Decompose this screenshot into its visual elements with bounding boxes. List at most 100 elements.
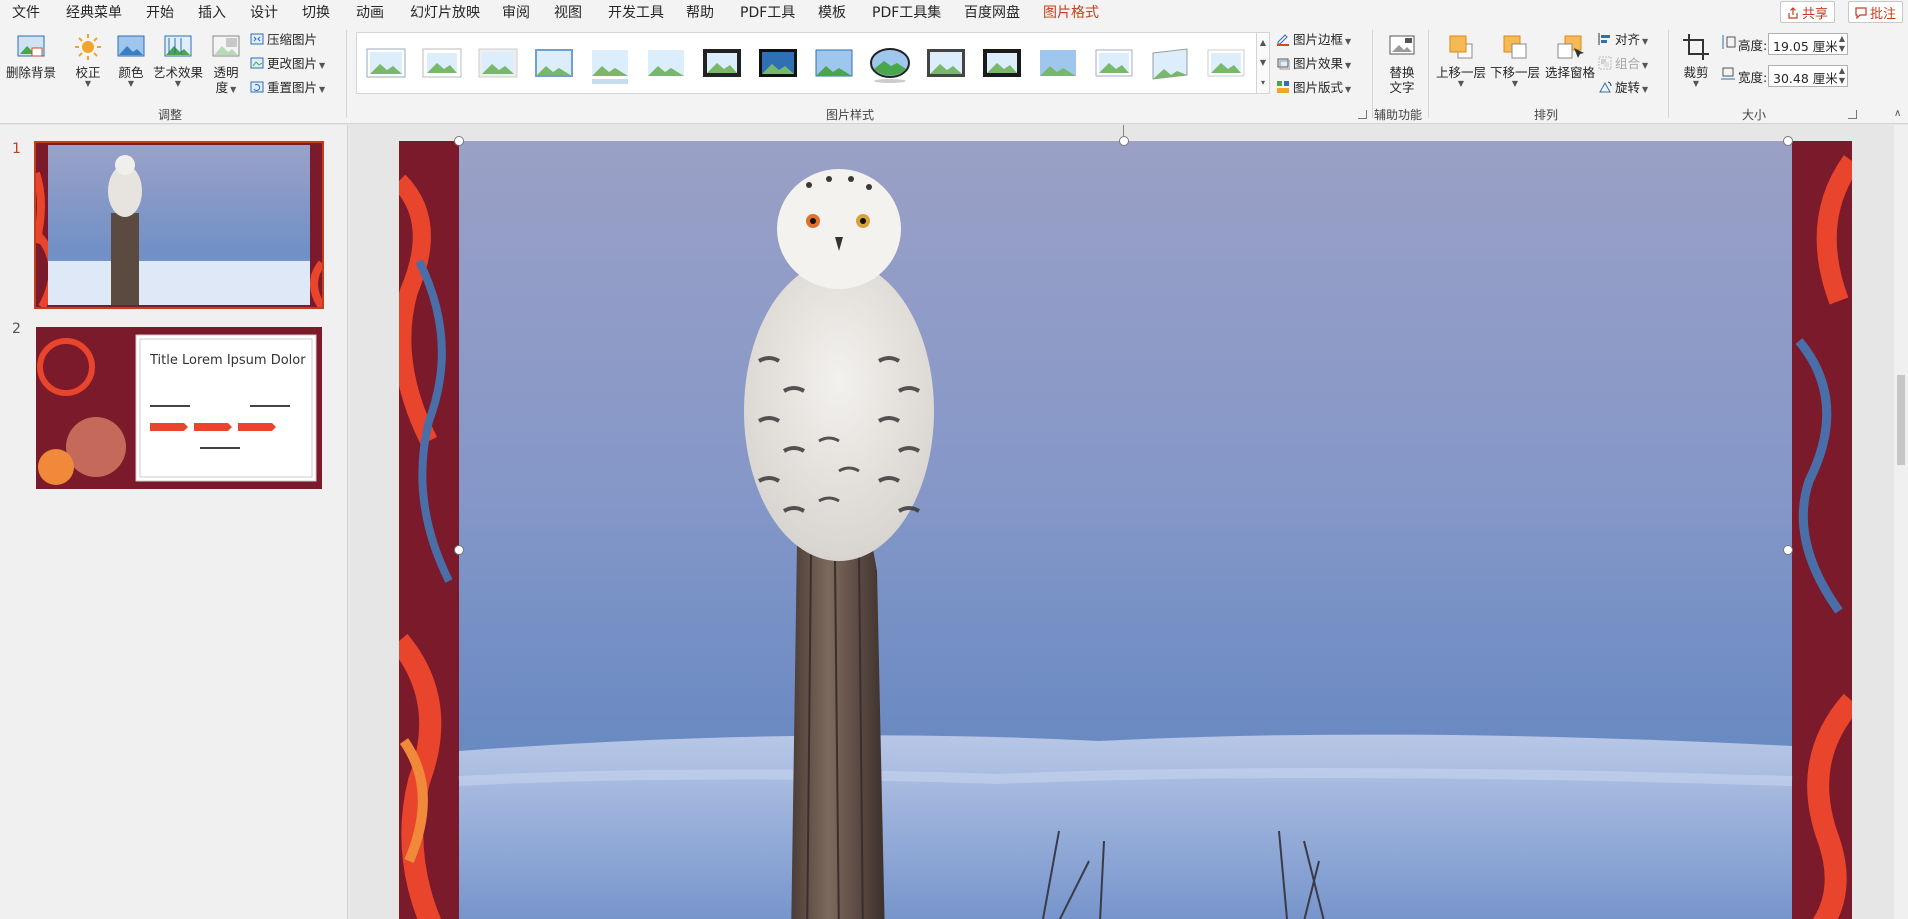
slide-thumbnail-2[interactable]: Title Lorem Ipsum Dolor — [34, 325, 324, 491]
tab-picture-format[interactable]: 图片格式 — [1043, 2, 1099, 26]
group-divider — [1428, 30, 1429, 118]
remove-background-button[interactable]: 删除背景 — [6, 32, 56, 80]
picture-styles-group-label: 图片样式 — [826, 108, 875, 122]
height-input[interactable]: 19.05 厘米 ▲ ▼ — [1768, 33, 1848, 55]
owl-photo-slide[interactable] — [399, 141, 1852, 919]
style-thumbnail[interactable] — [869, 41, 911, 85]
chevron-down-icon[interactable]: ▼ — [1257, 53, 1269, 73]
picture-effects-button[interactable]: 图片效果 ▼ — [1276, 54, 1351, 74]
collapse-ribbon-icon[interactable]: ∧ — [1894, 108, 1901, 119]
style-thumbnail[interactable] — [1205, 41, 1247, 85]
style-thumbnail[interactable] — [981, 41, 1023, 85]
width-label: 宽度: — [1738, 70, 1768, 85]
picture-border-label: 图片边框 — [1293, 32, 1344, 47]
send-backward-icon — [1503, 35, 1527, 59]
resize-handle[interactable] — [454, 136, 464, 146]
width-spinner[interactable]: ▲ ▼ — [1839, 66, 1845, 86]
align-button[interactable]: 对齐 ▼ — [1598, 30, 1648, 50]
style-thumbnail[interactable] — [813, 41, 855, 85]
tab-home[interactable]: 开始 — [146, 2, 174, 22]
resize-handle[interactable] — [454, 545, 464, 555]
reset-picture-button[interactable]: 重置图片 ▼ — [250, 78, 325, 98]
comment-button[interactable]: 批注 — [1848, 1, 1904, 23]
tab-baidu-netdisk[interactable]: 百度网盘 — [964, 2, 1020, 22]
group-objects-button[interactable]: 组合 ▼ — [1598, 54, 1648, 74]
chevron-up-icon[interactable]: ▲ — [1257, 33, 1269, 53]
scrollbar-thumb[interactable] — [1897, 375, 1905, 465]
tab-design[interactable]: 设计 — [250, 2, 278, 22]
style-thumbnail[interactable] — [645, 41, 687, 85]
resize-handle[interactable] — [1783, 545, 1793, 555]
tab-animations[interactable]: 动画 — [356, 2, 384, 22]
compress-pictures-button[interactable]: 压缩图片 — [250, 30, 317, 50]
slide-thumbnail-1[interactable] — [32, 141, 326, 310]
height-icon — [1722, 35, 1736, 49]
artistic-effects-label: 艺术效果 — [152, 65, 203, 80]
style-thumbnail[interactable] — [365, 41, 407, 85]
reset-picture-icon — [250, 81, 264, 93]
style-thumbnail[interactable] — [1149, 41, 1191, 85]
send-backward-button[interactable]: 下移一层 ▼ — [1490, 32, 1540, 88]
width-icon — [1721, 67, 1735, 80]
tab-pdf-toolset[interactable]: PDF工具集 — [872, 2, 941, 22]
rotate-button[interactable]: 旋转 ▼ — [1598, 78, 1648, 98]
tab-classic-menu[interactable]: 经典菜单 — [66, 2, 122, 22]
alt-text-button[interactable]: 替换 文字 — [1382, 32, 1422, 95]
resize-handle[interactable] — [1783, 136, 1793, 146]
tab-help[interactable]: 帮助 — [686, 2, 714, 22]
crop-button[interactable]: 裁剪 ▼ — [1676, 32, 1716, 88]
tab-pdf-tools[interactable]: PDF工具 — [740, 2, 795, 22]
chevron-down-icon: ▼ — [1457, 79, 1465, 88]
remove-background-label: 删除背景 — [6, 65, 57, 80]
width-input[interactable]: 30.48 厘米 ▲ ▼ — [1768, 65, 1848, 87]
tab-transitions[interactable]: 切换 — [302, 2, 330, 22]
align-icon — [1598, 33, 1610, 45]
picture-layout-button[interactable]: 图片版式 ▼ — [1276, 78, 1351, 98]
artistic-effects-button[interactable]: 艺术效果 ▼ — [152, 32, 204, 88]
share-button[interactable]: 共享 — [1780, 1, 1836, 23]
bring-forward-button[interactable]: 上移一层 ▼ — [1436, 32, 1486, 88]
chevron-down-icon: ▼ — [230, 85, 237, 94]
group-divider — [1372, 30, 1373, 118]
width-value: 30.48 厘米 — [1773, 71, 1838, 86]
chevron-down-icon: ▼ — [319, 61, 326, 70]
chevron-down-icon: ▼ — [1345, 85, 1352, 94]
gallery-scrollbar[interactable]: ▲ ▼ ▾ — [1256, 32, 1270, 94]
style-thumbnail[interactable] — [1093, 41, 1135, 85]
dialog-launcher-icon[interactable] — [1358, 110, 1367, 119]
tab-view[interactable]: 视图 — [554, 2, 582, 22]
style-thumbnail[interactable] — [533, 41, 575, 85]
chevron-down-icon: ▼ — [1692, 79, 1700, 88]
tab-insert[interactable]: 插入 — [198, 2, 226, 22]
picture-border-button[interactable]: 图片边框 ▼ — [1276, 30, 1351, 50]
change-picture-button[interactable]: 更改图片 ▼ — [250, 54, 325, 74]
style-thumbnail[interactable] — [757, 41, 799, 85]
remove-background-icon — [17, 35, 45, 57]
dialog-launcher-icon[interactable] — [1848, 110, 1857, 119]
chevron-down-icon: ▼ — [1642, 37, 1649, 46]
tab-slideshow[interactable]: 幻灯片放映 — [410, 2, 480, 22]
style-thumbnail[interactable] — [925, 41, 967, 85]
tab-templates[interactable]: 模板 — [818, 2, 846, 22]
height-spinner[interactable]: ▲ ▼ — [1839, 34, 1845, 54]
selection-pane-button[interactable]: 选择窗格 — [1544, 32, 1596, 80]
resize-handle[interactable] — [1119, 136, 1129, 146]
vertical-scrollbar[interactable] — [1894, 125, 1908, 919]
transparency-label: 透明 — [213, 65, 239, 80]
color-button[interactable]: 颜色 ▼ — [114, 32, 148, 88]
transparency-button[interactable]: 透明度 ▼ — [208, 32, 244, 97]
correct-button[interactable]: 校正 ▼ — [70, 32, 106, 88]
change-picture-label: 更改图片 — [267, 56, 318, 71]
style-thumbnail[interactable] — [421, 41, 463, 85]
chevron-down-icon: ▼ — [1642, 61, 1649, 70]
crop-icon — [1683, 34, 1709, 60]
tab-file[interactable]: 文件 — [12, 2, 40, 22]
tab-review[interactable]: 审阅 — [502, 2, 530, 22]
style-thumbnail[interactable] — [477, 41, 519, 85]
style-thumbnail[interactable] — [1037, 41, 1079, 85]
tab-developer[interactable]: 开发工具 — [608, 2, 664, 22]
style-thumbnail[interactable] — [701, 41, 743, 85]
style-thumbnail[interactable] — [589, 41, 631, 85]
gallery-more-icon[interactable]: ▾ — [1257, 73, 1269, 93]
chevron-down-icon: ▼ — [1642, 85, 1649, 94]
